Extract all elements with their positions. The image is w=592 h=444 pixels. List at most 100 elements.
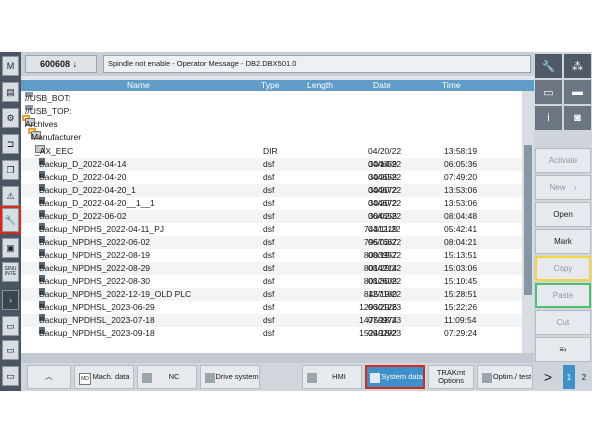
table-row[interactable]: Backup_NPDHS_2022-12-19_OLD PLC dsf 8457… <box>21 288 522 301</box>
panel-toggle-button-3[interactable]: ▭ <box>2 366 19 386</box>
file-time: 13:53:06 <box>444 185 478 195</box>
trakmt-options-softkey[interactable]: TRAKmt Options <box>428 365 474 389</box>
table-row[interactable]: Backup_NPDHS_2022-08-30 dsf 8012608 08/3… <box>21 275 522 288</box>
file-time: 08:04:48 <box>444 211 478 221</box>
paste-softkey[interactable]: Paste <box>535 283 591 308</box>
table-row[interactable]: Backup_NPDHS_2022-06-02 dsf 7957667 06/0… <box>21 236 522 249</box>
file-type: dsf <box>263 250 275 260</box>
panel-icon: ▭ <box>6 370 15 381</box>
nc-softkey[interactable]: NC <box>137 365 197 389</box>
hmi-label: HMI <box>332 372 346 381</box>
chart-icon <box>482 373 492 383</box>
file-name: Backup_NPDHS_2022-08-29 <box>39 263 151 273</box>
file-name: Backup_D_2022-04-20__1__1 <box>39 198 155 208</box>
page-1-button[interactable]: 1 <box>563 365 575 389</box>
mark-softkey[interactable]: Mark <box>535 229 591 254</box>
info-button[interactable]: i <box>535 106 562 130</box>
tree-item[interactable]: Archives <box>21 118 522 131</box>
open-softkey[interactable]: Open <box>535 202 591 227</box>
file-date: 06/02/22 <box>368 237 402 247</box>
panel-icon: ▭ <box>6 344 15 355</box>
file-name: _AX_EEC <box>35 146 74 156</box>
file-name: Backup_NPDHS_2022-08-30 <box>39 276 151 286</box>
table-row[interactable]: Backup_NPDHS_2022-08-19 dsf 8003957 08/1… <box>21 249 522 262</box>
file-type: dsf <box>263 276 275 286</box>
file-name: Backup_NPDHSL_2023-07-18 <box>39 315 155 325</box>
arrow-down-icon: ↓ <box>72 59 78 69</box>
hmi-softkey[interactable]: HMI <box>302 365 362 389</box>
vertical-scrollbar[interactable] <box>522 91 534 353</box>
optim-test-softkey[interactable]: Optim./ test <box>477 365 533 389</box>
table-row[interactable]: Backup_NPDHS_2022-08-29 dsf 8014214 08/2… <box>21 262 522 275</box>
file-date: 04/20/22 <box>368 198 402 208</box>
file-type: DIR <box>263 146 278 156</box>
activate-softkey[interactable]: Activate <box>535 148 591 173</box>
file-table-header: Name Type Length Date Time <box>21 80 534 91</box>
file-time: 11:09:54 <box>444 315 477 325</box>
system-data-softkey[interactable]: System data <box>365 365 425 389</box>
sinumerik-integrate-button[interactable]: SINU INTE <box>2 262 19 282</box>
panel-toggle-button-2[interactable]: ▭ <box>2 340 19 360</box>
new-softkey[interactable]: New › <box>535 175 591 200</box>
file-date: 08/29/22 <box>368 263 402 273</box>
file-time: 15:22:26 <box>444 302 478 312</box>
scrollbar-thumb[interactable] <box>524 145 532 295</box>
file-type: dsf <box>263 198 275 208</box>
camera-button[interactable]: ◙ <box>564 106 591 130</box>
machine-area-button[interactable]: M <box>2 56 19 76</box>
setup-button[interactable]: 🔧 <box>0 206 21 234</box>
tree-item[interactable]: //USB_BOT: <box>21 92 522 105</box>
file-time: 15:13:51 <box>444 250 478 260</box>
file-time: 07:49:20 <box>444 172 478 182</box>
channel-status[interactable]: 600608 ↓ <box>25 55 97 73</box>
file-time: 15:03:06 <box>444 263 478 273</box>
settings-button[interactable]: 🔧 <box>535 54 562 78</box>
table-row[interactable]: Backup_NPDHSL_2023-06-29 dsf 12930126 06… <box>21 301 522 314</box>
hmi-screen: M ▤ ⚙ ⊐ ❐ ⚠ 🔧 ▣ SINU INTE › ▭ ▭ ▭ 600608… <box>0 52 592 391</box>
file-name: Backup_NPDHS_2022-08-19 <box>39 250 151 260</box>
camera-icon: ◙ <box>574 112 581 124</box>
menu-expand-button[interactable]: › <box>2 290 19 310</box>
copy-view-button[interactable]: ❐ <box>2 160 19 180</box>
table-row[interactable]: Backup_D_2022-04-20 dsf 304658 04/20/22 … <box>21 171 522 184</box>
parameter-button[interactable]: ▤ <box>2 82 19 102</box>
window-button-2[interactable]: ▬ <box>564 80 591 104</box>
file-date: 04/20/22 <box>368 172 402 182</box>
network-button[interactable]: ⁂ <box>564 54 591 78</box>
column-header-length[interactable]: Length <box>307 80 333 91</box>
drive-system-softkey[interactable]: Drive system <box>200 365 260 389</box>
file-date: 04/20/22 <box>368 185 402 195</box>
column-header-name[interactable]: Name <box>127 80 150 91</box>
table-row[interactable]: Backup_D_2022-04-20_1 dsf 304672 04/20/2… <box>21 184 522 197</box>
tree-item[interactable]: Manufacturer <box>21 131 522 144</box>
md-icon: MD <box>79 373 91 385</box>
table-row[interactable]: Backup_NPDHSL_2023-07-18 dsf 14759974 07… <box>21 314 522 327</box>
table-row[interactable]: Backup_D_2022-06-02 dsf 304658 06/02/22 … <box>21 210 522 223</box>
diagnostics-button[interactable]: ⚠ <box>2 186 19 206</box>
more-softkey[interactable]: ≡› <box>535 337 591 362</box>
tree-item[interactable]: //USB_TOP: <box>21 105 522 118</box>
table-row[interactable]: Backup_D_2022-04-20__1__1 dsf 304672 04/… <box>21 197 522 210</box>
table-row[interactable]: Backup_NPDHS_2022-04-11_PJ dsf 7431219 0… <box>21 223 522 236</box>
program-button[interactable]: ⚙ <box>2 108 19 128</box>
plc-button[interactable]: ▣ <box>2 238 19 258</box>
file-type: dsf <box>263 172 275 182</box>
cut-softkey[interactable]: Cut <box>535 310 591 335</box>
program-manager-button[interactable]: ⊐ <box>2 134 19 154</box>
table-row[interactable]: Backup_D_2022-04-14 dsf 304659 04/14/22 … <box>21 158 522 171</box>
back-softkey[interactable]: ︿ <box>27 365 71 389</box>
file-time: 15:28:51 <box>444 289 478 299</box>
table-row[interactable]: _AX_EEC DIR 04/20/22 13:58:19 <box>21 145 522 158</box>
machine-data-softkey[interactable]: MD Mach. data <box>74 365 134 389</box>
window-button-1[interactable]: ▭ <box>535 80 562 104</box>
file-type: dsf <box>263 185 275 195</box>
panel-toggle-button-1[interactable]: ▭ <box>2 316 19 336</box>
table-row[interactable]: Backup_NPDHSL_2023-09-18 dsf 15249292 09… <box>21 327 522 340</box>
next-page-arrow[interactable]: > <box>540 365 556 389</box>
column-header-date[interactable]: Date <box>373 80 391 91</box>
column-header-time[interactable]: Time <box>442 80 461 91</box>
page-2-button[interactable]: 2 <box>578 365 590 389</box>
column-header-type[interactable]: Type <box>261 80 279 91</box>
file-name: Backup_D_2022-04-20 <box>39 172 127 182</box>
copy-softkey[interactable]: Copy <box>535 256 591 281</box>
